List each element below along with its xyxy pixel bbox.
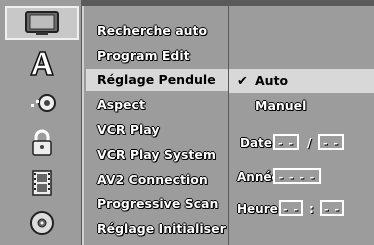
menu-item-reglage-pendule[interactable]: Réglage Pendule (86, 69, 228, 91)
film-icon[interactable] (4, 166, 80, 200)
tv-icon[interactable] (5, 6, 79, 40)
lock-icon[interactable] (4, 126, 80, 160)
menu-item-av2-connection[interactable]: AV2 Connection (86, 169, 228, 191)
menu-item-progressive-scan[interactable]: Progressive Scan (86, 193, 228, 215)
option-auto-label: Auto (255, 73, 289, 88)
font-icon[interactable] (4, 46, 80, 80)
clock-options-panel: ✔ Auto Manuel Date - - / - - Année - - - … (229, 6, 374, 245)
menu-item-recherche-auto[interactable]: Recherche auto (86, 20, 228, 42)
option-manuel-label: Manuel (255, 98, 307, 113)
audio-icon[interactable] (4, 86, 80, 120)
menu-item-vcr-play[interactable]: VCR Play (86, 119, 228, 141)
date-separator: / (307, 136, 312, 150)
setup-menu: Recherche auto Program Edit Réglage Pend… (82, 6, 228, 245)
check-icon: ✔ (237, 74, 248, 89)
year-field[interactable]: - - - - (273, 168, 321, 184)
menu-item-vcr-play-system[interactable]: VCR Play System (86, 144, 228, 166)
menu-item-program-edit[interactable]: Program Edit (86, 45, 228, 67)
hour-label: Heure (237, 202, 278, 216)
disc-icon[interactable] (4, 206, 80, 240)
hour-mm-field[interactable]: - - (320, 200, 344, 216)
date-month-field[interactable]: - - (318, 134, 344, 150)
option-auto[interactable]: ✔ Auto (229, 69, 374, 93)
setup-screen: Recherche auto Program Edit Réglage Pend… (0, 0, 374, 245)
hour-hh-field[interactable]: - - (279, 200, 303, 216)
menu-item-reglage-initialiser[interactable]: Réglage Initialiser (86, 218, 228, 240)
option-manuel[interactable]: Manuel (229, 94, 374, 118)
menu-item-aspect[interactable]: Aspect (86, 94, 228, 116)
date-label: Date (240, 136, 272, 150)
hour-separator: : (309, 202, 314, 216)
category-icon-column (0, 0, 81, 245)
date-day-field[interactable]: - - (273, 134, 299, 150)
